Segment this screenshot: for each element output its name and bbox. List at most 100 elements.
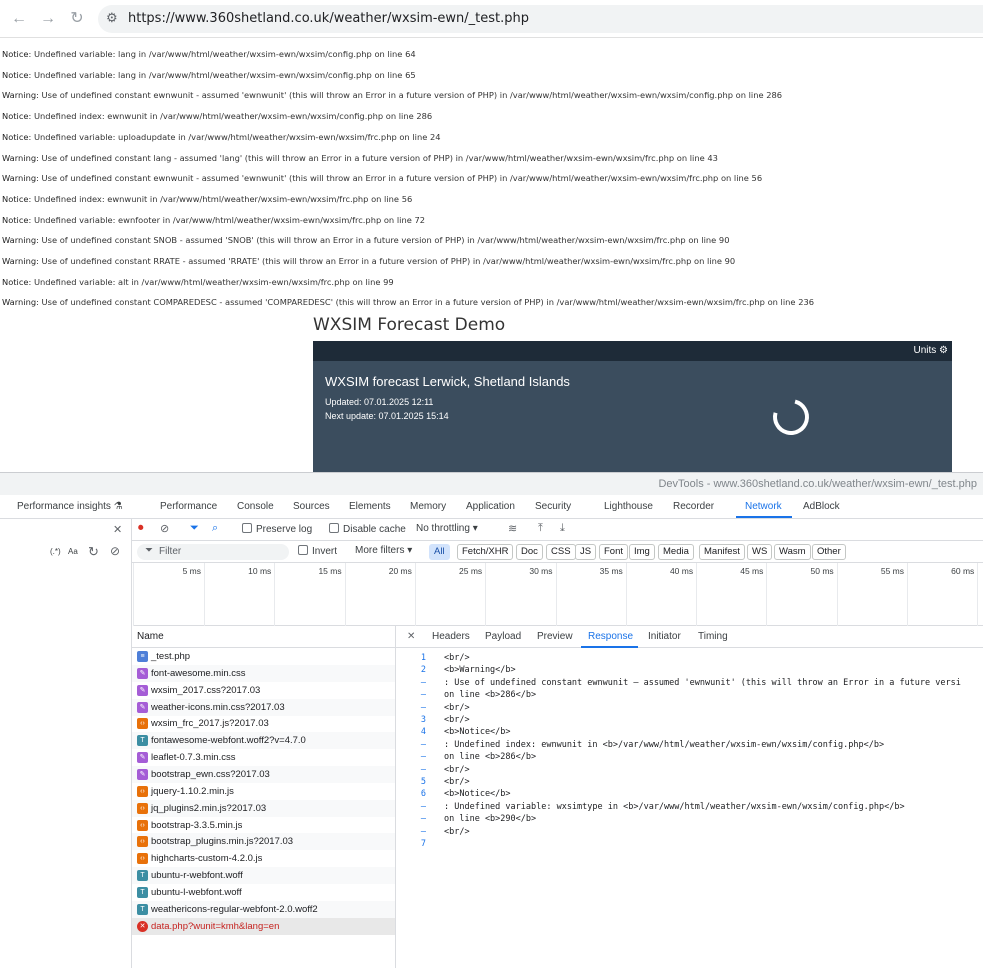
invert-checkbox[interactable]: Invert: [298, 545, 337, 557]
js-file-icon: ‹›: [137, 802, 148, 814]
site-settings-icon[interactable]: ⚙: [106, 10, 118, 26]
request-row[interactable]: ✎ bootstrap_ewn.css?2017.03: [132, 765, 395, 783]
close-icon[interactable]: ✕: [113, 523, 122, 536]
filter-chip[interactable]: WS: [747, 544, 773, 560]
filter-chip[interactable]: Doc: [516, 544, 543, 560]
request-row[interactable]: ‹› jq_plugins2.min.js?2017.03: [132, 799, 395, 817]
name-column-header: Name: [137, 631, 164, 642]
request-row[interactable]: ‹› wxsim_frc_2017.js?2017.03: [132, 715, 395, 732]
detail-tab[interactable]: Preview: [537, 631, 573, 642]
devtools-tab[interactable]: Console: [237, 501, 274, 512]
request-row[interactable]: Tfontawesome-webfont.woff2?v=4.7.0: [132, 732, 395, 750]
refresh-icon[interactable]: ↻: [88, 544, 99, 560]
detail-tab[interactable]: Timing: [698, 631, 728, 642]
filter-chip[interactable]: All: [429, 544, 450, 560]
devtools-tab[interactable]: Lighthouse: [604, 501, 653, 512]
request-row[interactable]: ✎ leaflet-0.7.3.min.css: [132, 749, 395, 766]
request-row[interactable]: ‹› highcharts-custom-4.2.0.js: [132, 850, 395, 867]
filter-chip[interactable]: Other: [812, 544, 846, 560]
forecast-updated: Updated: 07.01.2025 12:11: [325, 397, 434, 407]
filter-chip[interactable]: Media: [658, 544, 694, 560]
filter-chip[interactable]: Fetch/XHR: [457, 544, 514, 560]
timeline-gridline: [977, 563, 979, 626]
filter-input[interactable]: ⏷ Filter: [137, 544, 289, 560]
filter-chip[interactable]: Manifest: [699, 544, 745, 560]
request-row[interactable]: ✕ data.php?wunit=kmh&lang=en: [132, 917, 395, 935]
timeline-gridline: [344, 563, 346, 626]
request-row[interactable]: Tweathericons-regular-webfont-2.0.woff2: [132, 900, 395, 918]
search-icon[interactable]: ⌕: [212, 522, 218, 535]
filter-chip[interactable]: CSS: [546, 544, 576, 560]
wifi-icon[interactable]: ≋: [508, 522, 517, 535]
devtools-tab[interactable]: Performance: [160, 501, 217, 512]
devtools: DevTools - www.360shetland.co.uk/weather…: [0, 472, 983, 968]
filter-chip[interactable]: Wasm: [774, 544, 811, 560]
css-file-icon: ✎: [137, 752, 148, 764]
active-detail-indicator: [581, 646, 638, 648]
filter-icon[interactable]: ⏷: [190, 522, 199, 535]
devtools-tab[interactable]: Security: [535, 501, 571, 512]
request-row[interactable]: ≡ _test.php: [132, 648, 395, 665]
page-content: Notice: Undefined variable: lang in /var…: [0, 38, 983, 472]
back-icon[interactable]: ←: [8, 8, 30, 30]
regex-toggle[interactable]: (.*): [50, 547, 61, 556]
timeline-gridline: [204, 563, 205, 626]
devtools-tab[interactable]: Elements: [349, 501, 391, 512]
request-name: wxsim_2017.css?2017.03: [151, 684, 261, 696]
timeline-tick-label: 50 ms: [810, 566, 834, 576]
upload-icon[interactable]: ⤒: [538, 522, 543, 535]
timeline-tick-label: 25 ms: [459, 566, 483, 576]
request-row[interactable]: ‹› bootstrap_plugins.min.js?2017.03: [132, 833, 395, 851]
detail-tab[interactable]: Headers: [432, 631, 470, 642]
address-bar[interactable]: ⚙ https://www.360shetland.co.uk/weather/…: [98, 5, 983, 33]
request-row[interactable]: ‹› bootstrap-3.3.5.min.js: [132, 817, 395, 834]
devtools-tab[interactable]: Sources: [293, 501, 330, 512]
request-row[interactable]: Tubuntu-r-webfont.woff: [132, 867, 395, 885]
request-name: bootstrap-3.3.5.min.js: [151, 819, 243, 831]
disable-cache-checkbox[interactable]: Disable cache: [329, 523, 406, 535]
detail-tab[interactable]: Response: [588, 631, 633, 642]
js-file-icon: ‹›: [137, 836, 148, 848]
request-row[interactable]: Tubuntu-l-webfont.woff: [132, 884, 395, 901]
request-row[interactable]: ✎ font-awesome.min.css: [132, 664, 395, 682]
php-notice-line: Warning: Use of undefined constant SNOB …: [2, 235, 730, 246]
filter-chip[interactable]: Font: [599, 544, 629, 560]
url-text[interactable]: https://www.360shetland.co.uk/weather/wx…: [128, 11, 529, 26]
devtools-tab[interactable]: Network: [745, 501, 782, 512]
php-notice-line: Notice: Undefined index: ewnwunit in /va…: [2, 111, 433, 122]
request-list-header[interactable]: Name: [132, 626, 396, 648]
download-icon[interactable]: ⤓: [560, 522, 565, 535]
request-row[interactable]: ✎ wxsim_2017.css?2017.03: [132, 682, 395, 699]
detail-tab[interactable]: Payload: [485, 631, 521, 642]
timeline-tick-label: 10 ms: [248, 566, 272, 576]
php-notice-line: Notice: Undefined index: ewnwunit in /va…: [2, 193, 413, 204]
php-notice-line: Warning: Use of undefined constant RRATE…: [2, 256, 736, 266]
devtools-tab[interactable]: AdBlock: [803, 501, 840, 512]
devtools-tab[interactable]: Performance insights ⚗: [17, 501, 123, 512]
preserve-log-checkbox[interactable]: Preserve log: [242, 523, 312, 535]
devtools-tab[interactable]: Memory: [410, 501, 446, 512]
devtools-tab[interactable]: Application: [466, 501, 515, 512]
throttling-select[interactable]: No throttling ▾: [416, 523, 478, 534]
forecast-topbar: Units ⚙: [313, 341, 952, 361]
close-detail-icon[interactable]: ✕: [407, 631, 415, 642]
network-toolbar: ⏺ ⊘ ⏷ ⌕ Preserve log Disable cache No th…: [132, 519, 983, 541]
request-row[interactable]: ✎ weather-icons.min.css?2017.03: [132, 698, 395, 716]
clear-icon[interactable]: ⊘: [110, 544, 120, 558]
devtools-tab[interactable]: Recorder: [673, 501, 714, 512]
record-stop-icon[interactable]: ⏺: [138, 522, 144, 535]
request-name: weathericons-regular-webfont-2.0.woff2: [151, 903, 318, 915]
detail-tab[interactable]: Initiator: [648, 631, 681, 642]
clear-log-icon[interactable]: ⊘: [160, 522, 169, 535]
php-notice-line: Notice: Undefined variable: lang in /var…: [2, 49, 416, 59]
filter-chip[interactable]: JS: [575, 544, 597, 560]
reload-icon[interactable]: ↻: [66, 8, 88, 30]
network-timeline[interactable]: 5 ms 10 ms 15 ms 20 ms 25 ms 30 ms 35 ms 40 ms 4…: [133, 563, 983, 626]
more-filters-select[interactable]: More filters ▾: [355, 545, 412, 556]
units-button[interactable]: Units ⚙: [913, 345, 948, 356]
match-case-toggle[interactable]: Aa: [68, 547, 78, 556]
request-row[interactable]: ‹› jquery-1.10.2.min.js: [132, 783, 395, 800]
timeline-gridline: [766, 563, 768, 626]
filter-chip[interactable]: Img: [629, 544, 655, 560]
forward-icon[interactable]: →: [37, 8, 59, 30]
